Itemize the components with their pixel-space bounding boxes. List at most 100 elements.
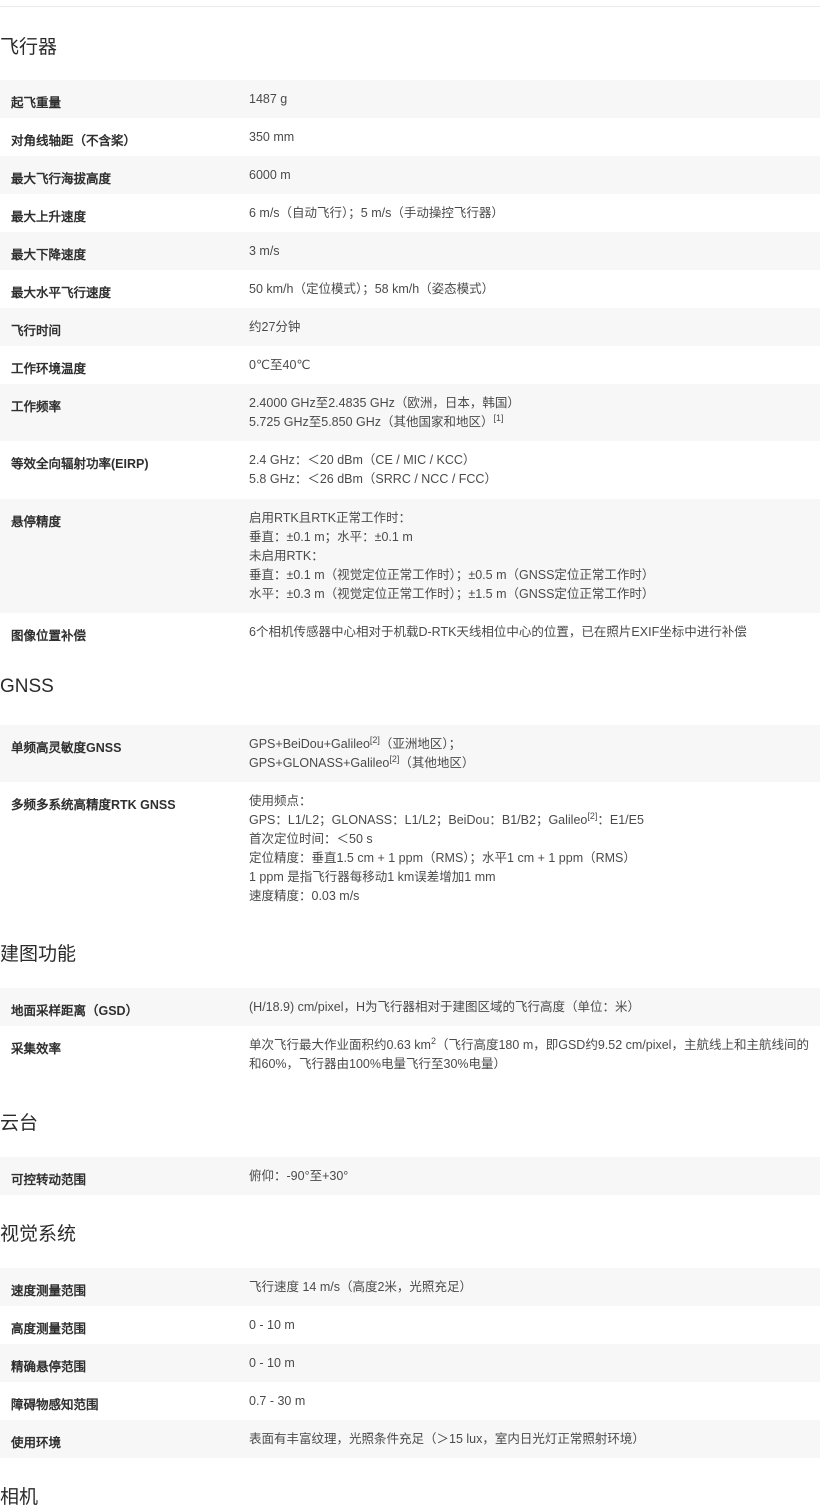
top-divider xyxy=(0,6,820,7)
spec-row: 图像位置补偿 6个相机传感器中心相对于机载D-RTK天线相位中心的位置，已在照片E… xyxy=(0,613,820,651)
spec-row: 飞行时间 约27分钟 xyxy=(0,308,820,346)
spec-row: 工作频率 2.4000 GHz至2.4835 GHz（欧洲，日本，韩国） 5.725… xyxy=(0,384,820,441)
spec-value-line: 0℃至40℃ xyxy=(249,356,310,375)
spec-value-line: GPS+GLONASS+Galileo[2]（其他地区） xyxy=(249,754,474,773)
spec-value-line: 3 m/s xyxy=(249,242,280,261)
spec-value-line: 启用RTK且RTK正常工作时： xyxy=(249,509,654,528)
spec-value: 6 m/s（自动飞行）；5 m/s（手动操控飞行器） xyxy=(249,204,504,223)
spec-value: 0℃至40℃ xyxy=(249,356,310,375)
spec-label: 高度测量范围 xyxy=(11,1322,87,1336)
spec-row: 采集效率 单次飞行最大作业面积约0.63 km2（飞行高度180 m，即GSD约9… xyxy=(0,1026,820,1083)
spec-value-line: 垂直：±0.1 m；水平：±0.1 m xyxy=(249,528,654,547)
spec-label: 对角线轴距（不含桨） xyxy=(11,134,137,148)
spec-value-text: 1 ppm 是指飞行器每移动1 km误差增加1 mm xyxy=(249,870,496,884)
spec-value: GPS+BeiDou+Galileo[2]（亚洲地区）； GPS+GLONASS+… xyxy=(249,735,474,773)
spec-value: 使用频点： GPS：L1/L2；GLONASS：L1/L2；BeiDou：B1/B… xyxy=(249,792,644,906)
spec-value: 飞行速度 14 m/s（高度2米，光照充足） xyxy=(249,1278,472,1297)
spec-row: 精确悬停范围 0 - 10 m xyxy=(0,1344,820,1382)
spec-value-line: 表面有丰富纹理，光照条件充足（＞15 lux，室内日光灯正常照射环境） xyxy=(249,1430,645,1449)
spec-row: 最大上升速度 6 m/s（自动飞行）；5 m/s（手动操控飞行器） xyxy=(0,194,820,232)
spec-label: 工作频率 xyxy=(11,400,62,414)
spec-value-text: 俯仰：-90°至+30° xyxy=(249,1169,349,1183)
spec-value: 50 km/h（定位模式）；58 km/h（姿态模式） xyxy=(249,280,494,299)
spec-value-text: 0 - 10 m xyxy=(249,1356,295,1370)
spec-value-text: （飞行高度180 m，即GSD约9.52 cm/pixel，主航线上和主航线间的 xyxy=(435,1038,809,1052)
spec-value-text: 速度精度：0.03 m/s xyxy=(249,889,360,903)
spec-value-line: GPS：L1/L2；GLONASS：L1/L2；BeiDou：B1/B2；Gal… xyxy=(249,811,644,830)
spec-value-line: 速度精度：0.03 m/s xyxy=(249,887,644,906)
spec-value-text: ：E1/E5 xyxy=(597,813,644,827)
spec-value-line: 和60%，飞行器由100%电量飞行至30%电量） xyxy=(249,1055,809,1074)
spec-row: 使用环境 表面有丰富纹理，光照条件充足（＞15 lux，室内日光灯正常照射环境） xyxy=(0,1420,820,1458)
spec-value-text: 2.4 GHz：＜20 dBm（CE / MIC / KCC） xyxy=(249,453,476,467)
spec-value-text: 5.725 GHz至5.850 GHz（其他国家和地区） xyxy=(249,415,494,429)
spec-value-line: 350 mm xyxy=(249,128,294,147)
spec-label: 使用环境 xyxy=(11,1436,62,1450)
spec-row: 等效全向辐射功率(EIRP) 2.4 GHz：＜20 dBm（CE / MIC /… xyxy=(0,441,820,499)
spec-label: 最大飞行海拔高度 xyxy=(11,172,112,186)
spec-value-text: 首次定位时间：＜50 s xyxy=(249,832,373,846)
spec-value-text: 0.7 - 30 m xyxy=(249,1394,306,1408)
spec-value-text: 垂直：±0.1 m；水平：±0.1 m xyxy=(249,530,413,544)
spec-value-text: 水平：±0.3 m（视觉定位正常工作时）；±1.5 m（GNSS定位正常工作时） xyxy=(249,587,655,601)
spec-value-line: 定位精度：垂直1.5 cm + 1 ppm（RMS）；水平1 cm + 1 pp… xyxy=(249,849,644,868)
spec-value-text: 垂直：±0.1 m（视觉定位正常工作时）；±0.5 m（GNSS定位正常工作时） xyxy=(249,568,655,582)
spec-value-line: 0.7 - 30 m xyxy=(249,1392,305,1411)
spec-label: 单频高灵敏度GNSS xyxy=(11,741,122,755)
spec-row: 单频高灵敏度GNSS GPS+BeiDou+Galileo[2]（亚洲地区）； GP… xyxy=(0,725,820,782)
footnote-marker: [2] xyxy=(587,811,598,821)
spec-row: 地面采样距离（GSD） (H/18.9) cm/pixel，H为飞行器相对于建图区… xyxy=(0,988,820,1026)
spec-value-line: 约27分钟 xyxy=(249,318,300,337)
spec-value: 1487 g xyxy=(249,90,287,109)
section-title-vision: 视觉系统 xyxy=(0,1224,77,1245)
section-title-camera: 相机 xyxy=(0,1487,39,1508)
spec-value-text: GPS+BeiDou+Galileo xyxy=(249,737,370,751)
spec-value-text: 使用频点： xyxy=(249,794,312,808)
spec-value-line: 50 km/h（定位模式）；58 km/h（姿态模式） xyxy=(249,280,494,299)
spec-value-line: 6000 m xyxy=(249,166,291,185)
spec-row: 速度测量范围 飞行速度 14 m/s（高度2米，光照充足） xyxy=(0,1268,820,1306)
spec-row: 最大飞行海拔高度 6000 m xyxy=(0,156,820,194)
spec-label: 最大下降速度 xyxy=(11,248,87,262)
footnote-marker: [2] xyxy=(369,735,380,745)
spec-value-line: 5.8 GHz：＜26 dBm（SRRC / NCC / FCC） xyxy=(249,470,497,489)
spec-value-text: (H/18.9) cm/pixel，H为飞行器相对于建图区域的飞行高度（单位：米… xyxy=(249,1000,640,1014)
spec-value-line: 5.725 GHz至5.850 GHz（其他国家和地区）[1] xyxy=(249,413,520,432)
spec-value-text: （亚洲地区）； xyxy=(379,737,462,751)
spec-label: 等效全向辐射功率(EIRP) xyxy=(11,457,149,471)
spec-value-text: 飞行速度 14 m/s（高度2米，光照充足） xyxy=(249,1280,472,1294)
spec-value: 0 - 10 m xyxy=(249,1316,295,1335)
spec-value: 单次飞行最大作业面积约0.63 km2（飞行高度180 m，即GSD约9.52 … xyxy=(249,1036,809,1074)
spec-value-line: 垂直：±0.1 m（视觉定位正常工作时）；±0.5 m（GNSS定位正常工作时） xyxy=(249,566,654,585)
spec-row: 工作环境温度 0℃至40℃ xyxy=(0,346,820,384)
section-title-gnss: GNSS xyxy=(0,676,54,697)
spec-label: 障碍物感知范围 xyxy=(11,1398,99,1412)
spec-value-text: 2.4000 GHz至2.4835 GHz（欧洲，日本，韩国） xyxy=(249,396,520,410)
spec-row: 起飞重量 1487 g xyxy=(0,80,820,118)
spec-value-line: 俯仰：-90°至+30° xyxy=(249,1167,348,1186)
spec-value: 启用RTK且RTK正常工作时： 垂直：±0.1 m；水平：±0.1 m 未启用RTK… xyxy=(249,509,654,604)
spec-row: 最大下降速度 3 m/s xyxy=(0,232,820,270)
spec-value-text: GPS：L1/L2；GLONASS：L1/L2；BeiDou：B1/B2；Gal… xyxy=(249,813,588,827)
spec-value-line: 0 - 10 m xyxy=(249,1316,295,1335)
spec-label: 速度测量范围 xyxy=(11,1284,87,1298)
spec-value: 2.4000 GHz至2.4835 GHz（欧洲，日本，韩国） 5.725 GHz… xyxy=(249,394,520,432)
spec-value-text: 5.8 GHz：＜26 dBm（SRRC / NCC / FCC） xyxy=(249,472,497,486)
spec-value-text: 表面有丰富纹理，光照条件充足（＞15 lux，室内日光灯正常照射环境） xyxy=(249,1432,645,1446)
spec-value-line: 1 ppm 是指飞行器每移动1 km误差增加1 mm xyxy=(249,868,644,887)
spec-label: 地面采样距离（GSD） xyxy=(11,1004,139,1018)
spec-label: 最大水平飞行速度 xyxy=(11,286,112,300)
spec-row: 多频多系统高精度RTK GNSS 使用频点： GPS：L1/L2；GLONASS：L… xyxy=(0,782,820,914)
spec-value-text: 0 - 10 m xyxy=(249,1318,295,1332)
spec-value-text: 启用RTK且RTK正常工作时： xyxy=(249,511,412,525)
spec-value-text: 0℃至40℃ xyxy=(249,358,311,372)
spec-value-text: 6 m/s（自动飞行）；5 m/s（手动操控飞行器） xyxy=(249,206,504,220)
spec-value-line: 单次飞行最大作业面积约0.63 km2（飞行高度180 m，即GSD约9.52 … xyxy=(249,1036,809,1055)
spec-value-line: 2.4 GHz：＜20 dBm（CE / MIC / KCC） xyxy=(249,451,497,470)
section-title-aircraft: 飞行器 xyxy=(0,37,58,58)
spec-label: 精确悬停范围 xyxy=(11,1360,87,1374)
spec-value-text: 和60%，飞行器由100%电量飞行至30%电量） xyxy=(249,1057,507,1071)
spec-value: 0 - 10 m xyxy=(249,1354,295,1373)
spec-value-text: 6000 m xyxy=(249,168,291,182)
spec-label: 多频多系统高精度RTK GNSS xyxy=(11,798,176,812)
